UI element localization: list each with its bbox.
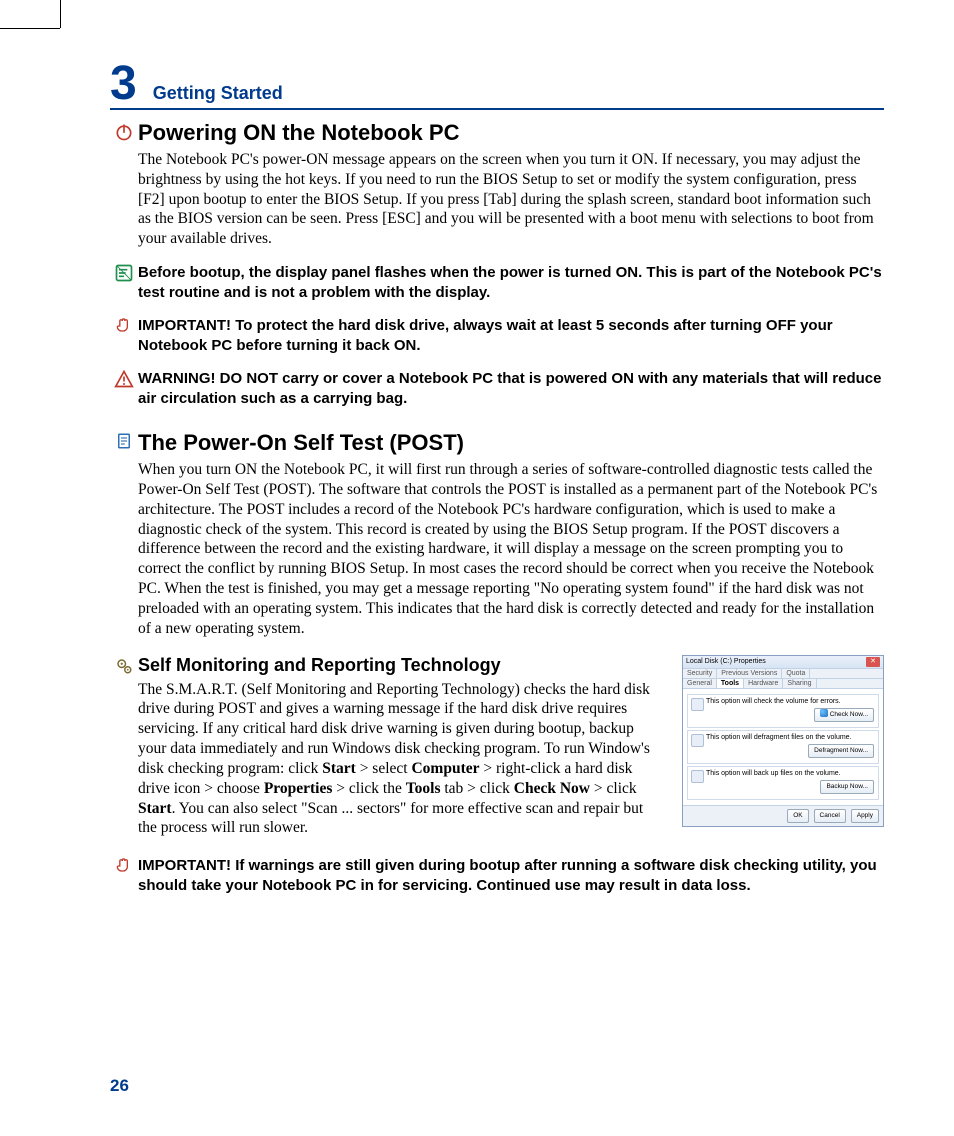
dialog-tab: Sharing: [783, 679, 816, 688]
gears-icon: [115, 657, 133, 680]
body-post: When you turn ON the Notebook PC, it wil…: [138, 460, 884, 638]
callout-important-service: IMPORTANT! If warnings are still given d…: [110, 856, 884, 895]
apply-button: Apply: [851, 809, 879, 823]
crop-mark: [60, 0, 61, 28]
cancel-button: Cancel: [814, 809, 846, 823]
dialog-tab: General: [683, 679, 717, 688]
dialog-tab: Security: [683, 669, 717, 678]
dialog-group-defrag: This option will defragment files on the…: [687, 730, 879, 764]
group-desc: This option will check the volume for er…: [706, 698, 874, 705]
heading-powering-on: Powering ON the Notebook PC: [138, 120, 884, 146]
defrag-icon: [691, 734, 704, 747]
power-icon: [114, 122, 134, 142]
dialog-tab: Quota: [782, 669, 810, 678]
chapter-title: Getting Started: [153, 83, 283, 108]
chapter-rule: [110, 108, 884, 110]
check-now-button: Check Now...: [814, 708, 874, 722]
defrag-now-button: Defragment Now...: [808, 744, 874, 758]
disk-check-icon: [691, 698, 704, 711]
callout-warning-cover: WARNING! DO NOT carry or cover a Noteboo…: [110, 369, 884, 408]
callout-text: Before bootup, the display panel flashes…: [138, 263, 884, 302]
section-post: The Power-On Self Test (POST) When you t…: [110, 430, 884, 638]
dialog-title: Local Disk (C:) Properties: [686, 658, 766, 665]
note-icon: [114, 263, 134, 283]
page-number: 26: [110, 1076, 129, 1096]
callout-important-hdd: IMPORTANT! To protect the hard disk driv…: [110, 316, 884, 355]
hand-stop-icon: [114, 316, 134, 336]
chapter-header: 3 Getting Started: [110, 60, 884, 108]
body-powering-on: The Notebook PC's power-ON message appea…: [138, 150, 884, 249]
dialog-screenshot: Local Disk (C:) Properties ✕ Security Pr…: [682, 655, 884, 827]
dialog-tab: Previous Versions: [717, 669, 782, 678]
manual-page: 3 Getting Started Powering ON the Notebo…: [0, 0, 954, 1136]
backup-icon: [691, 770, 704, 783]
callout-text: IMPORTANT! If warnings are still given d…: [138, 856, 884, 895]
dialog-tab-active: Tools: [717, 679, 744, 688]
group-desc: This option will defragment files on the…: [706, 734, 874, 741]
crop-mark: [0, 28, 60, 29]
dialog-tab: Hardware: [744, 679, 783, 688]
close-icon: ✕: [866, 657, 880, 667]
body-smart: The S.M.A.R.T. (Self Monitoring and Repo…: [138, 680, 664, 839]
callout-note-bootup: Before bootup, the display panel flashes…: [110, 263, 884, 302]
document-icon: [115, 432, 133, 455]
dialog-tabs-row2: General Tools Hardware Sharing: [683, 679, 883, 689]
backup-now-button: Backup Now...: [820, 780, 874, 794]
callout-text: WARNING! DO NOT carry or cover a Noteboo…: [138, 369, 884, 408]
heading-post: The Power-On Self Test (POST): [138, 430, 884, 456]
dialog-tabs-row1: Security Previous Versions Quota: [683, 669, 883, 679]
section-powering-on: Powering ON the Notebook PC The Notebook…: [110, 120, 884, 249]
hand-stop-icon: [114, 856, 134, 876]
dialog-group-backup: This option will back up files on the vo…: [687, 766, 879, 800]
ok-button: OK: [787, 809, 808, 823]
callout-text: IMPORTANT! To protect the hard disk driv…: [138, 316, 884, 355]
warning-icon: [114, 369, 134, 389]
heading-smart: Self Monitoring and Reporting Technology: [138, 655, 664, 676]
dialog-group-check: This option will check the volume for er…: [687, 694, 879, 728]
group-desc: This option will back up files on the vo…: [706, 770, 874, 777]
chapter-number: 3: [110, 60, 137, 108]
section-smart: Self Monitoring and Reporting Technology…: [110, 655, 884, 839]
